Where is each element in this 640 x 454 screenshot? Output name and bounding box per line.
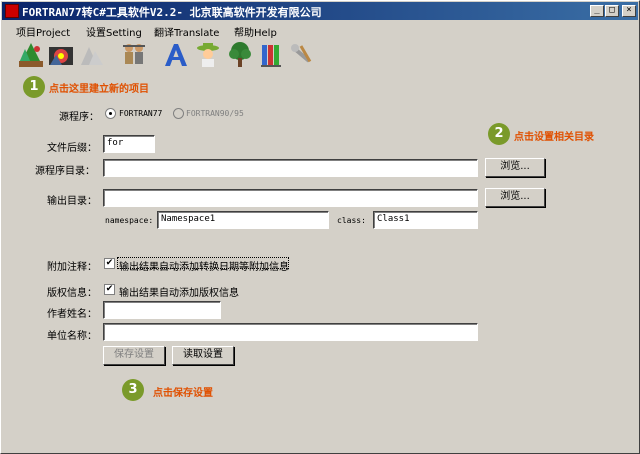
disabled-tool-icon	[77, 41, 105, 69]
fortran90-radio	[173, 108, 184, 119]
save-settings-button: 保存设置	[103, 346, 165, 365]
namespace-input[interactable]: Namespace1	[157, 211, 329, 229]
font-icon[interactable]	[162, 41, 190, 69]
file-suffix-input[interactable]: for	[103, 135, 155, 153]
annotation-check-label[interactable]: 输出结果自动添加转换日期等附加信息	[119, 258, 289, 273]
window-title: FORTRAN77转C#工具软件V2.2- 北京联高软件开发有限公司	[22, 6, 322, 19]
namespace-label: namespace:	[105, 216, 154, 225]
annotation-checkbox[interactable]: ✔	[104, 258, 115, 269]
close-button[interactable]: ×	[622, 5, 636, 17]
minimize-button[interactable]: _	[590, 5, 604, 17]
menu-project[interactable]: 项目Project	[16, 24, 70, 39]
open-project-icon[interactable]	[47, 41, 75, 69]
title-bar: FORTRAN77转C#工具软件V2.2- 北京联高软件开发有限公司 _ □ ×	[2, 2, 638, 20]
output-dir-label: 输出目录：	[47, 196, 97, 207]
annotation-label: 附加注释：	[47, 262, 97, 273]
new-project-icon[interactable]	[17, 41, 45, 69]
app-icon	[5, 4, 19, 18]
tip-3-text: 点击保存设置	[153, 388, 213, 399]
toolbar	[2, 40, 638, 70]
fortran90-label: FORTRAN90/95	[186, 109, 244, 118]
menu-setting[interactable]: 设置Setting	[86, 24, 142, 39]
browse-output-button[interactable]: 浏览...	[485, 188, 545, 207]
workers-icon[interactable]	[120, 41, 148, 69]
tip-1-text: 点击这里建立新的项目	[49, 84, 149, 95]
tip-2-badge: 2	[488, 123, 510, 145]
tree-icon[interactable]	[226, 41, 254, 69]
copyright-label: 版权信息：	[47, 288, 97, 299]
unit-input[interactable]	[103, 323, 478, 341]
menu-help[interactable]: 帮助Help	[234, 24, 277, 39]
unit-label: 单位名称：	[47, 331, 97, 342]
app-window: FORTRAN77转C#工具软件V2.2- 北京联高软件开发有限公司 _ □ ×…	[0, 0, 640, 454]
copyright-checkbox[interactable]: ✔	[104, 284, 115, 295]
fortran77-radio[interactable]	[105, 108, 116, 119]
author-label: 作者姓名：	[47, 309, 97, 320]
read-settings-button[interactable]: 读取设置	[172, 346, 234, 365]
fortran77-label[interactable]: FORTRAN77	[119, 109, 162, 118]
copyright-check-label[interactable]: 输出结果自动添加版权信息	[119, 284, 239, 299]
output-dir-input[interactable]	[103, 189, 478, 207]
menu-bar: 项目Project 设置Setting 翻译Translate 帮助Help	[2, 21, 638, 39]
class-input[interactable]: Class1	[373, 211, 478, 229]
maximize-button[interactable]: □	[605, 5, 619, 17]
menu-translate[interactable]: 翻译Translate	[154, 24, 219, 39]
browse-source-button[interactable]: 浏览...	[485, 158, 545, 177]
source-dir-label: 源程序目录：	[35, 166, 95, 177]
source-program-label: 源程序：	[59, 112, 99, 123]
author-input[interactable]	[103, 301, 221, 319]
class-label: class:	[337, 216, 366, 225]
tip-1-badge: 1	[23, 76, 45, 98]
library-icon[interactable]	[258, 41, 286, 69]
tip-2-text: 点击设置相关目录	[514, 132, 594, 143]
source-dir-input[interactable]	[103, 159, 478, 177]
tip-3-badge: 3	[122, 379, 144, 401]
person-hat-icon[interactable]	[194, 41, 222, 69]
tools-icon[interactable]	[288, 41, 316, 69]
file-suffix-label: 文件后缀：	[47, 143, 97, 154]
